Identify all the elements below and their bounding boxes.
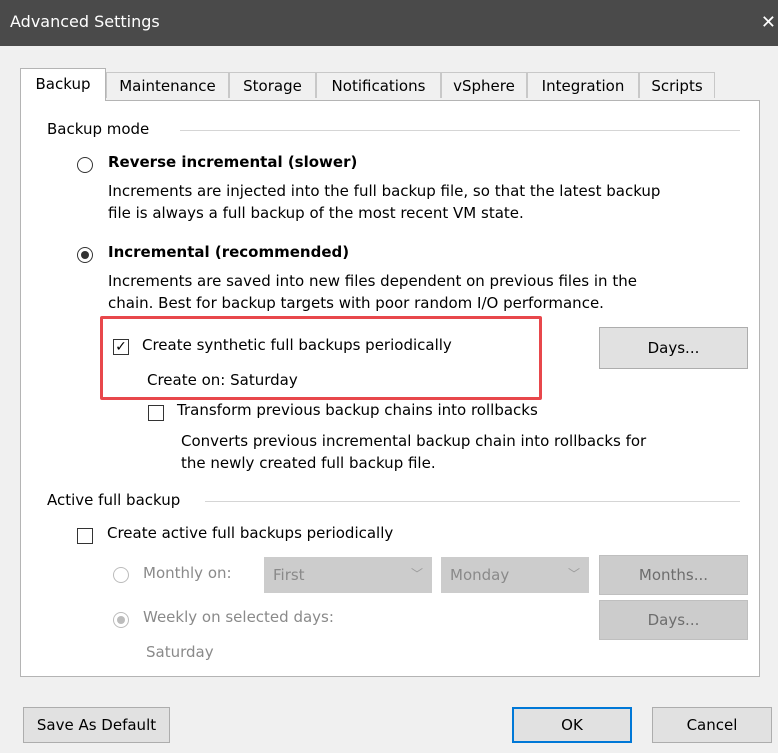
reverse-incremental-description: Increments are injected into the full ba… bbox=[108, 180, 748, 224]
monthly-day-dropdown[interactable]: Monday ﹀ bbox=[441, 557, 589, 593]
highlight-annotation bbox=[100, 316, 542, 400]
tab-backup[interactable]: Backup bbox=[20, 68, 106, 101]
save-as-default-button[interactable]: Save As Default bbox=[23, 707, 170, 743]
tab-integration[interactable]: Integration bbox=[527, 72, 639, 98]
tab-vsphere[interactable]: vSphere bbox=[441, 72, 527, 98]
tab-storage[interactable]: Storage bbox=[229, 72, 316, 98]
tab-scripts[interactable]: Scripts bbox=[639, 72, 715, 98]
incremental-description: Increments are saved into new files depe… bbox=[108, 270, 748, 314]
transform-rollbacks-description: Converts previous incremental backup cha… bbox=[181, 430, 741, 474]
reverse-incremental-radio[interactable] bbox=[77, 157, 93, 173]
weekly-label: Weekly on selected days: bbox=[143, 608, 334, 626]
monthly-radio[interactable] bbox=[113, 567, 129, 583]
incremental-desc-line1: Increments are saved into new files depe… bbox=[108, 272, 637, 290]
ok-button[interactable]: OK bbox=[512, 707, 632, 743]
active-full-group-label: Active full backup bbox=[47, 491, 181, 509]
weekly-days-button[interactable]: Days... bbox=[599, 600, 748, 640]
monthly-week-value: First bbox=[273, 566, 305, 584]
active-full-checkbox[interactable] bbox=[77, 528, 93, 544]
tab-maintenance[interactable]: Maintenance bbox=[106, 72, 229, 98]
chevron-down-icon: ﹀ bbox=[410, 567, 423, 581]
months-button[interactable]: Months... bbox=[599, 555, 748, 595]
title-bar: Advanced Settings ✕ bbox=[0, 0, 778, 46]
active-full-label[interactable]: Create active full backups periodically bbox=[107, 524, 393, 542]
backup-mode-divider bbox=[180, 130, 740, 131]
weekly-selected-days: Saturday bbox=[146, 643, 214, 661]
incremental-desc-line2: chain. Best for backup targets with poor… bbox=[108, 294, 604, 312]
cancel-button[interactable]: Cancel bbox=[652, 707, 772, 743]
synthetic-days-button[interactable]: Days... bbox=[599, 327, 748, 369]
close-icon[interactable]: ✕ bbox=[756, 0, 778, 46]
incremental-radio[interactable] bbox=[77, 247, 93, 263]
tab-notifications[interactable]: Notifications bbox=[316, 72, 441, 98]
transform-rollbacks-checkbox[interactable] bbox=[148, 405, 164, 421]
backup-mode-group-label: Backup mode bbox=[47, 120, 150, 138]
chevron-down-icon: ﹀ bbox=[567, 567, 580, 581]
window-title: Advanced Settings bbox=[10, 12, 160, 31]
transform-rollbacks-label[interactable]: Transform previous backup chains into ro… bbox=[177, 401, 538, 419]
transform-desc-line1: Converts previous incremental backup cha… bbox=[181, 432, 647, 450]
monthly-label: Monthly on: bbox=[143, 564, 232, 582]
reverse-incremental-label[interactable]: Reverse incremental (slower) bbox=[108, 153, 357, 171]
monthly-week-dropdown[interactable]: First ﹀ bbox=[264, 557, 432, 593]
radio-selected-dot bbox=[117, 616, 125, 624]
reverse-desc-line2: file is always a full backup of the most… bbox=[108, 204, 524, 222]
monthly-day-value: Monday bbox=[450, 566, 510, 584]
incremental-label[interactable]: Incremental (recommended) bbox=[108, 243, 349, 261]
transform-desc-line2: the newly created full backup file. bbox=[181, 454, 436, 472]
reverse-desc-line1: Increments are injected into the full ba… bbox=[108, 182, 661, 200]
radio-selected-dot bbox=[81, 251, 89, 259]
weekly-radio[interactable] bbox=[113, 612, 129, 628]
active-full-divider bbox=[205, 501, 740, 502]
